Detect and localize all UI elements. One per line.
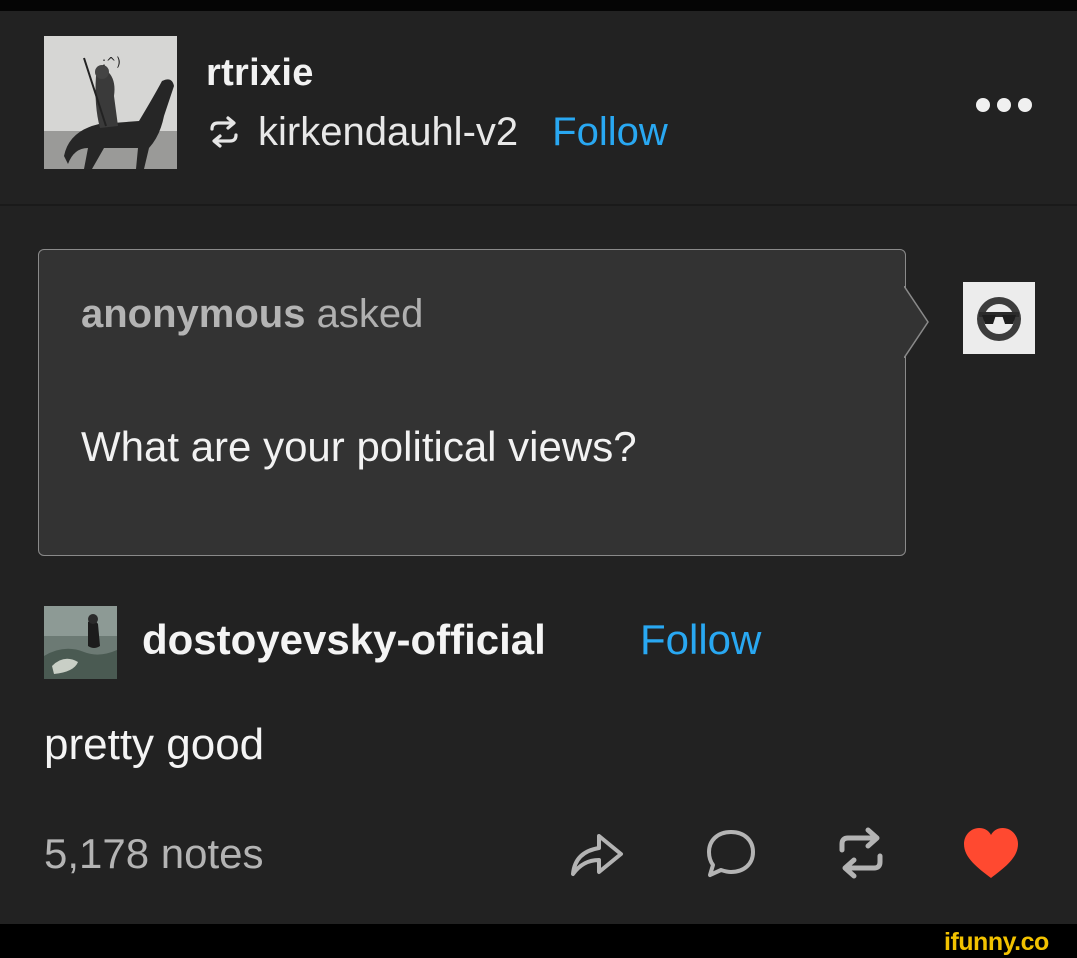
reblog-row: kirkendauhl-v2 Follow: [206, 108, 668, 156]
share-icon[interactable]: [565, 822, 627, 884]
reblog-action-icon[interactable]: [830, 822, 892, 884]
avatar-caption: :^): [102, 55, 121, 69]
reblog-icon: [210, 116, 238, 148]
reblogged-from-username[interactable]: kirkendauhl-v2: [258, 110, 518, 155]
heart-icon[interactable]: [960, 822, 1022, 884]
ask-pointer: [904, 286, 929, 358]
bottom-bar: [0, 924, 1077, 958]
ask-header: anonymous asked: [81, 292, 423, 337]
more-options-button[interactable]: [976, 90, 1032, 120]
anonymous-avatar: [963, 282, 1035, 354]
follow-answerer-button[interactable]: Follow: [640, 616, 761, 664]
reply-icon[interactable]: [700, 822, 762, 884]
answerer-username[interactable]: dostoyevsky-official: [142, 616, 546, 664]
ask-question: What are your political views?: [81, 423, 637, 470]
follow-reblogged-button[interactable]: Follow: [552, 110, 668, 155]
more-icon: [976, 98, 990, 112]
top-bar: [0, 0, 1077, 11]
author-avatar[interactable]: :^): [44, 36, 177, 169]
header-divider: [0, 204, 1077, 206]
asker-name[interactable]: anonymous: [81, 292, 305, 336]
ask-box: anonymous asked What are your political …: [38, 249, 906, 556]
asked-label: asked: [316, 292, 424, 336]
notes-count[interactable]: 5,178 notes: [44, 830, 264, 878]
answerer-avatar[interactable]: [44, 606, 117, 679]
author-username[interactable]: rtrixie: [206, 52, 314, 95]
ifunny-watermark: ifunny.co: [944, 928, 1049, 956]
answer-text: pretty good: [44, 720, 265, 769]
